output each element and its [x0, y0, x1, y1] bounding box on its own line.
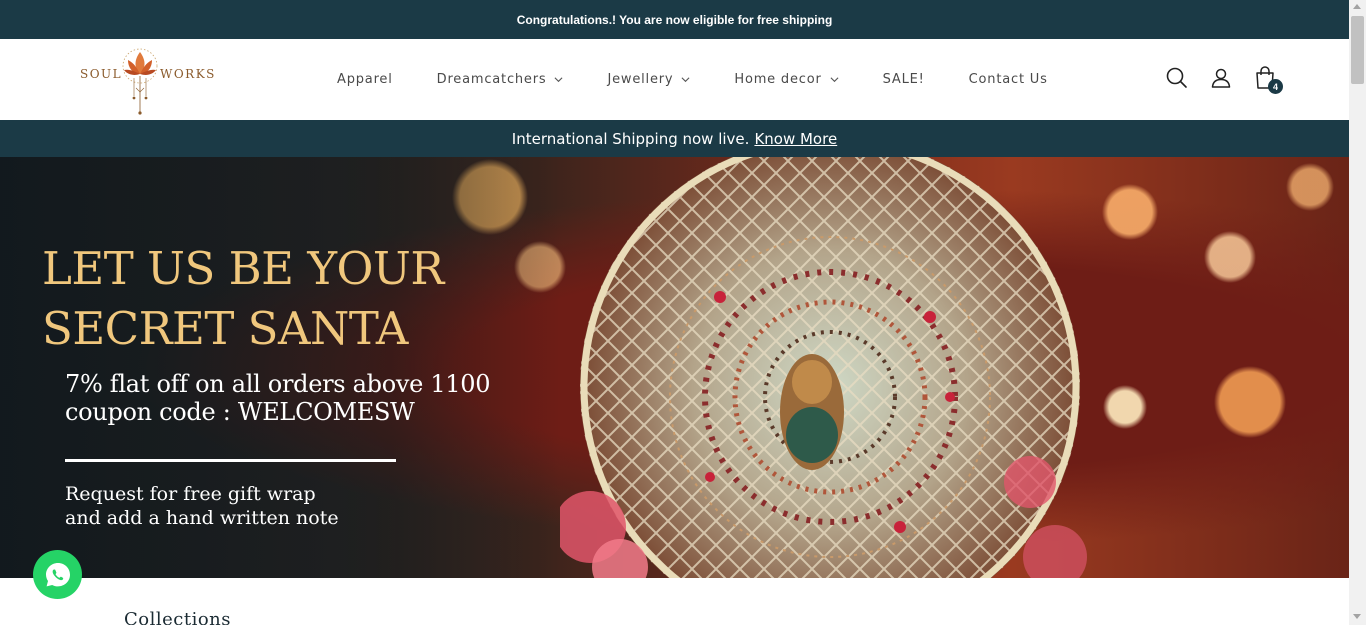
- nav-item-sale[interactable]: SALE!: [861, 72, 947, 87]
- nav-item-label: Dreamcatchers: [436, 71, 547, 87]
- hero-title-line-1: LET US BE YOUR: [42, 242, 444, 295]
- hero-offer-line-1: 7% flat off on all orders above 1100: [65, 370, 491, 398]
- hero-gift-note: Request for free gift wrap and add a han…: [65, 482, 339, 530]
- nav-item-label: SALE!: [882, 71, 925, 87]
- search-button[interactable]: [1164, 65, 1190, 91]
- page: Congratulations.! You are now eligible f…: [0, 0, 1349, 625]
- nav-item-label: Jewellery: [607, 71, 674, 87]
- nav-item-label: Home decor: [734, 71, 822, 87]
- lotus-logo-icon: [122, 48, 158, 115]
- logo-text-left: SOUL: [80, 67, 123, 81]
- hero-gift-line-1: Request for free gift wrap: [65, 483, 316, 505]
- account-icon: [1211, 68, 1231, 88]
- scroll-thumb[interactable]: [1351, 16, 1364, 84]
- dreamcatcher-image: [560, 157, 1087, 578]
- header-icons: 4: [1164, 65, 1296, 94]
- chevron-down-icon: [681, 76, 690, 82]
- nav-item-dreamcatchers[interactable]: Dreamcatchers: [415, 72, 586, 87]
- hero-divider: [65, 459, 396, 462]
- scroll-up-arrow-icon[interactable]: [1353, 4, 1361, 9]
- collections-heading: Collections: [124, 609, 232, 625]
- shipping-announcement: International Shipping now live. Know Mo…: [0, 120, 1349, 157]
- nav-item-label: Apparel: [337, 71, 393, 87]
- hero-title-line-2: SECRET SANTA: [42, 302, 408, 355]
- site-logo[interactable]: SOUL WORKS: [80, 44, 214, 116]
- logo-text-right: WORKS: [160, 67, 216, 81]
- nav-item-label: Contact Us: [968, 71, 1048, 87]
- hero-offer-line-2: coupon code : WELCOMESW: [65, 398, 415, 426]
- know-more-link[interactable]: Know More: [754, 130, 837, 148]
- site-header: SOUL WORKS Apparel Dreamcatchers Jewelle…: [0, 39, 1349, 121]
- chevron-down-icon: [554, 76, 563, 82]
- chevron-down-icon: [830, 76, 839, 82]
- hero-offer: 7% flat off on all orders above 1100 cou…: [65, 370, 491, 426]
- whatsapp-icon: [45, 562, 70, 586]
- hero-title: LET US BE YOUR SECRET SANTA: [42, 239, 444, 359]
- nav-item-contact-us[interactable]: Contact Us: [947, 72, 1070, 87]
- scroll-down-arrow-icon[interactable]: [1353, 614, 1361, 619]
- cart-count-badge: 4: [1268, 79, 1283, 94]
- nav-item-home-decor[interactable]: Home decor: [712, 72, 860, 87]
- page-scrollbar[interactable]: [1349, 0, 1366, 625]
- cart-button[interactable]: 4: [1252, 65, 1283, 94]
- main-nav: Apparel Dreamcatchers Jewellery Home dec…: [315, 39, 1070, 119]
- nav-item-apparel[interactable]: Apparel: [315, 72, 415, 87]
- hero-banner[interactable]: LET US BE YOUR SECRET SANTA 7% flat off …: [0, 157, 1349, 578]
- hero-gift-line-2: and add a hand written note: [65, 507, 339, 529]
- account-button[interactable]: [1208, 65, 1234, 91]
- nav-item-jewellery[interactable]: Jewellery: [585, 72, 712, 87]
- announcement-text: Congratulations.! You are now eligible f…: [516, 12, 833, 27]
- announcement-bar: Congratulations.! You are now eligible f…: [0, 0, 1349, 39]
- shipping-text: International Shipping now live.: [511, 129, 750, 148]
- search-icon: [1166, 67, 1187, 88]
- whatsapp-button[interactable]: [33, 550, 82, 599]
